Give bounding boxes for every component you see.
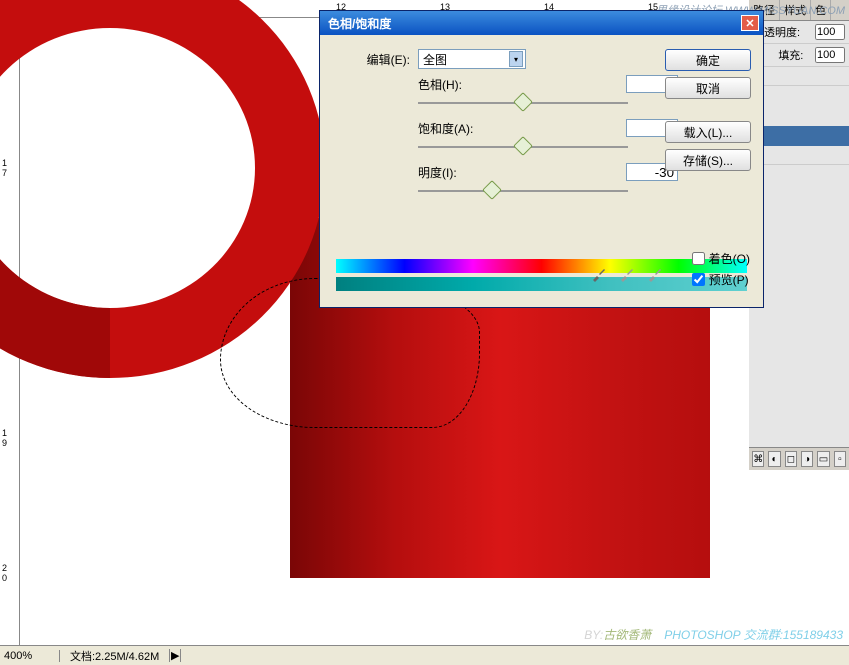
eyedropper-icon[interactable] [590,265,608,283]
fill-label: 填充: [778,47,803,63]
lightness-label: 明度(I): [418,164,457,181]
colorize-checkbox[interactable]: 着色(O) [692,250,750,267]
hue-slider[interactable] [418,95,628,111]
dialog-titlebar[interactable]: 色相/饱和度 ✕ [320,11,763,35]
layer-item-selected[interactable]: 5 [749,126,849,146]
credits-text: BY:古欲香萧 PHOTOSHOP 交流群:155189433 [584,626,843,643]
opacity-input[interactable] [815,24,845,40]
folder-icon[interactable]: ▭ [817,451,829,467]
hue-saturation-dialog: 色相/饱和度 ✕ 编辑(E): 全图 ▾ 色相(H): 饱和度(A): [319,10,764,308]
eyedropper-plus-icon[interactable] [618,265,636,283]
saturation-slider[interactable] [418,139,628,155]
hue-spectrum [336,259,747,273]
close-button[interactable]: ✕ [741,15,759,31]
link-icon[interactable]: ⌘ [752,451,764,467]
mask-icon[interactable]: ◻ [785,451,797,467]
new-icon[interactable]: ▫ [834,451,846,467]
status-arrow-icon[interactable]: ▶ [169,649,181,662]
panel-footer-icons[interactable]: ⌘ ◐ ◻ ◑ ▭ ▫ [749,447,849,470]
layer-item[interactable]: 4 [749,146,849,165]
fill-input[interactable] [815,47,845,63]
fx-icon[interactable]: ◐ [768,451,780,467]
lightness-slider-thumb[interactable] [482,180,502,200]
chevron-down-icon: ▾ [509,51,523,67]
status-bar: 400% 文档:2.25M/4.62M ▶ [0,645,849,665]
hue-slider-thumb[interactable] [513,92,533,112]
ok-button[interactable]: 确定 [665,49,751,71]
edit-dropdown-value: 全图 [423,51,447,68]
load-button[interactable]: 载入(L)... [665,121,751,143]
layers-panel[interactable]: 路径 样式 色 不透明度: 🔒 填充: 3 5 4 ⌘ ◐ ◻ ◑ ▭ ▫ [749,0,849,470]
dialog-title: 色相/饱和度 [328,15,391,32]
preview-checkbox[interactable]: 预览(P) [692,271,750,288]
cancel-button[interactable]: 取消 [665,77,751,99]
colorize-checkbox-input[interactable] [692,252,705,265]
preview-checkbox-input[interactable] [692,273,705,286]
saturation-label: 饱和度(A): [418,120,473,137]
close-icon: ✕ [745,17,754,30]
eyedropper-minus-icon[interactable] [646,265,664,283]
adjust-icon[interactable]: ◑ [801,451,813,467]
edit-dropdown[interactable]: 全图 ▾ [418,49,526,69]
layer-item[interactable]: 3 [749,67,849,86]
zoom-level[interactable]: 400% [0,650,60,662]
lightness-slider[interactable] [418,183,628,199]
hue-label: 色相(H): [418,76,462,93]
output-spectrum [336,277,747,291]
spectrum-bars [336,259,747,291]
doc-size: 文档:2.25M/4.62M [60,648,169,664]
edit-label: 编辑(E): [332,51,410,68]
saturation-slider-thumb[interactable] [513,136,533,156]
save-button[interactable]: 存储(S)... [665,149,751,171]
